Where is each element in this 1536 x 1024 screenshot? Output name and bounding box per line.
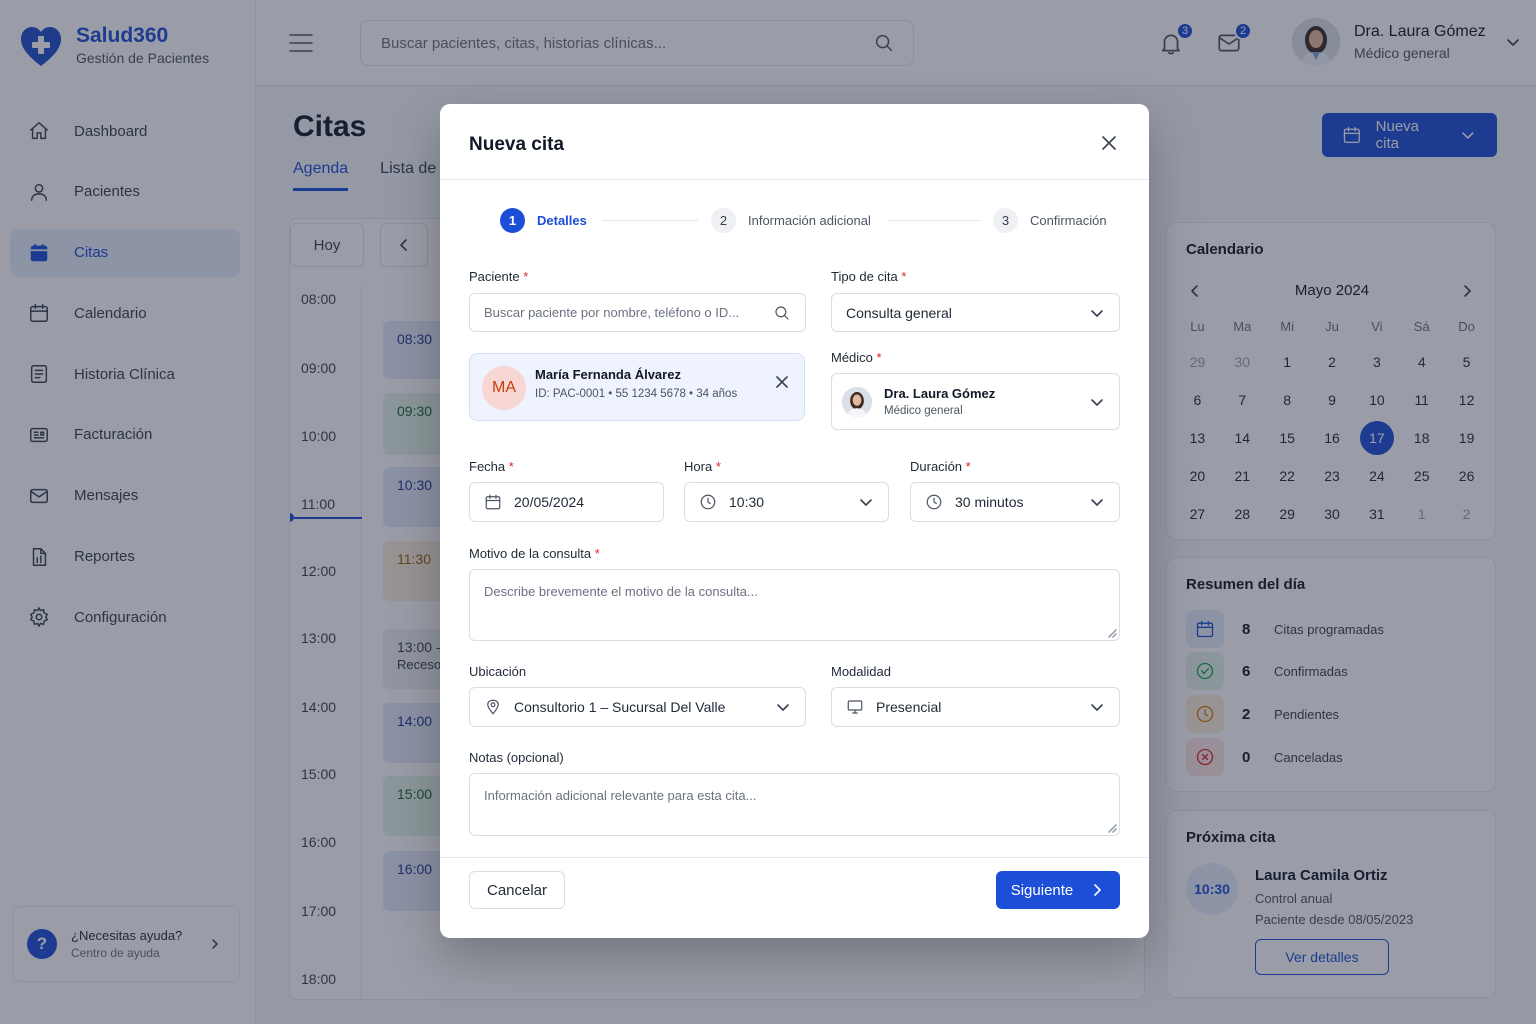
duration-select[interactable]: 30 minutos (910, 482, 1120, 522)
search-icon (775, 305, 789, 320)
monitor-icon (847, 700, 863, 714)
step-connector (887, 220, 981, 221)
reason-label: Motivo de la consulta * (469, 546, 600, 561)
reason-textarea[interactable]: Describe brevemente el motivo de la cons… (469, 569, 1120, 641)
step-label: Detalles (537, 213, 587, 228)
new-appointment-modal: Nueva cita 1 Detalles 2 Información adic… (440, 104, 1149, 938)
date-value: 20/05/2024 (514, 494, 585, 510)
chevron-down-icon (1091, 704, 1103, 711)
patient-meta: ID: PAC-0001 • 55 1234 5678 • 34 años (535, 388, 738, 400)
step-label: Información adicional (748, 213, 871, 228)
step-number: 2 (711, 208, 736, 233)
duration-value: 30 minutos (955, 494, 1024, 510)
location-pin-icon (487, 699, 499, 715)
chevron-down-icon (1091, 398, 1103, 406)
resize-handle-icon[interactable] (1107, 628, 1117, 638)
location-value: Consultorio 1 – Sucursal Del Valle (514, 699, 726, 715)
duration-label: Duración * (910, 459, 971, 474)
notes-placeholder: Información adicional relevante para est… (484, 788, 757, 803)
chevron-right-icon (1094, 884, 1102, 896)
next-button[interactable]: Siguiente (996, 871, 1120, 909)
doctor-label: Médico * (831, 350, 882, 365)
patient-label: Paciente * (469, 269, 529, 284)
chevron-down-icon (777, 704, 789, 711)
location-select[interactable]: Consultorio 1 – Sucursal Del Valle (469, 687, 806, 727)
doctor-role: Médico general (884, 405, 963, 417)
hour-label: Hora * (684, 459, 721, 474)
hour-select[interactable]: 10:30 (684, 482, 889, 522)
divider (440, 179, 1149, 180)
doctor-name: Dra. Laura Gómez (884, 386, 996, 401)
modality-select[interactable]: Presencial (831, 687, 1120, 727)
doctor-select[interactable]: Dra. Laura Gómez Médico general (831, 373, 1120, 430)
chevron-down-icon (1091, 309, 1103, 317)
selected-patient-card: MA María Fernanda Álvarez ID: PAC-0001 •… (469, 353, 805, 421)
chevron-down-icon (1091, 499, 1103, 506)
close-icon[interactable] (1099, 133, 1119, 153)
patient-search-placeholder: Buscar paciente por nombre, teléfono o I… (484, 305, 740, 320)
modal-title: Nueva cita (469, 134, 565, 155)
next-button-label: Siguiente (1010, 881, 1074, 899)
step-connector (602, 220, 698, 221)
step-label: Confirmación (1030, 213, 1107, 228)
hour-value: 10:30 (729, 494, 765, 510)
resize-handle-icon[interactable] (1107, 823, 1117, 833)
location-label: Ubicación (469, 664, 527, 679)
step-confirmation[interactable]: 3 Confirmación (993, 208, 1107, 233)
cancel-button[interactable]: Cancelar (469, 871, 565, 909)
patient-avatar: MA (482, 366, 526, 410)
date-label: Fecha * (469, 459, 514, 474)
patient-search-input[interactable]: Buscar paciente por nombre, teléfono o I… (469, 293, 806, 332)
modality-label: Modalidad (831, 664, 891, 679)
step-number: 3 (993, 208, 1018, 233)
step-additional-info[interactable]: 2 Información adicional (711, 208, 871, 233)
doctor-avatar (842, 386, 872, 417)
date-input[interactable]: 20/05/2024 (469, 482, 664, 522)
remove-patient-icon[interactable] (774, 374, 790, 390)
divider (440, 857, 1149, 858)
appointment-type-select[interactable]: Consulta general (831, 293, 1120, 332)
notes-label: Notas (opcional) (469, 750, 564, 765)
clock-icon (926, 494, 942, 510)
notes-textarea[interactable]: Información adicional relevante para est… (469, 773, 1120, 836)
clock-icon (700, 494, 716, 510)
step-number: 1 (500, 208, 525, 233)
calendar-icon (485, 494, 501, 510)
step-details[interactable]: 1 Detalles (500, 208, 587, 233)
patient-name: María Fernanda Álvarez (535, 367, 681, 382)
appointment-type-value: Consulta general (846, 304, 952, 321)
reason-placeholder: Describe brevemente el motivo de la cons… (484, 584, 758, 599)
chevron-down-icon (860, 499, 872, 506)
modality-value: Presencial (876, 699, 942, 715)
appointment-type-label: Tipo de cita * (831, 269, 907, 284)
